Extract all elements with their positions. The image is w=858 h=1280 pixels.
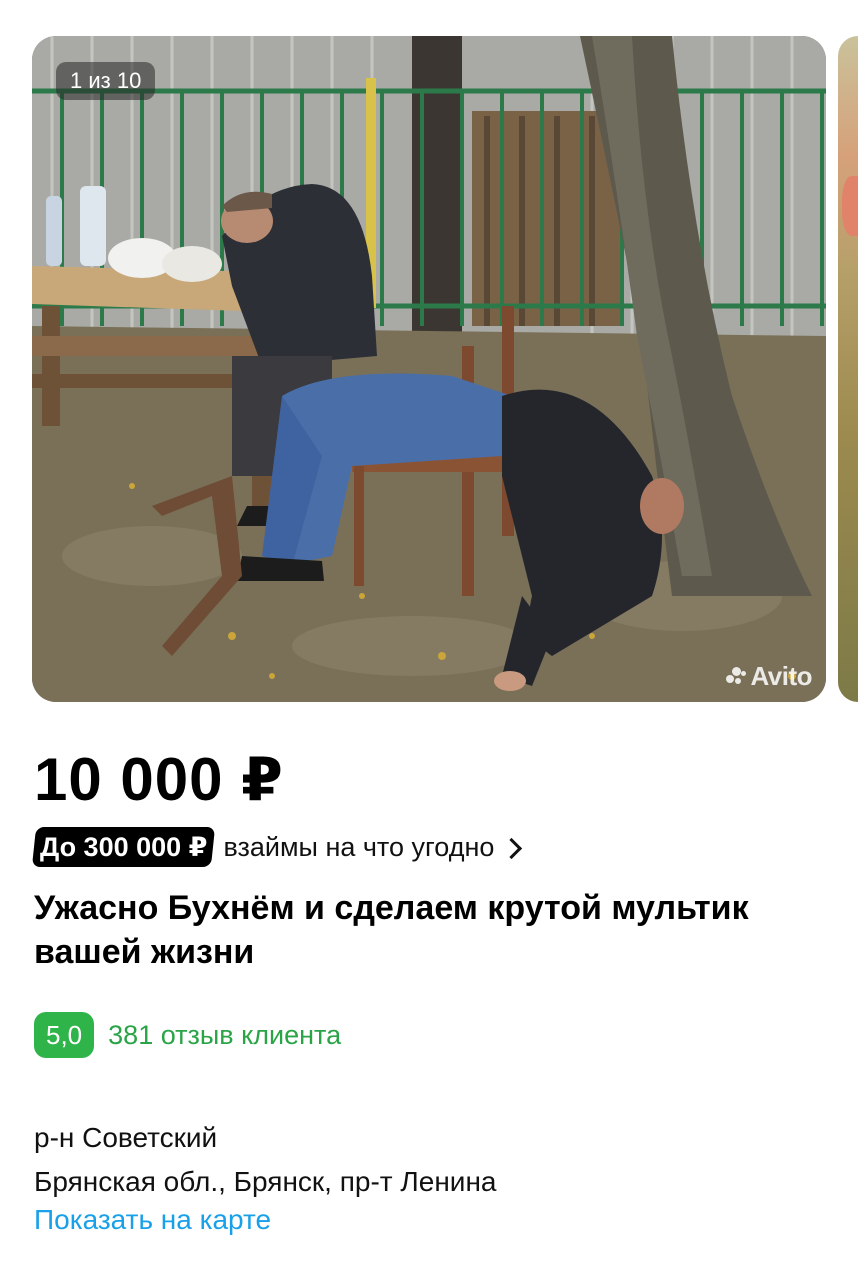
- rating-row[interactable]: 5,0 381 отзыв клиента: [34, 1012, 341, 1058]
- listing-photo[interactable]: 1 из 10 Avito: [32, 36, 826, 702]
- next-photo-preview[interactable]: [838, 36, 858, 702]
- listing-title: Ужасно Бухнём и сделаем крутой мультик в…: [34, 889, 749, 971]
- rating-badge: 5,0: [34, 1012, 95, 1058]
- photo-counter: 1 из 10: [56, 62, 156, 100]
- photo-scene: [32, 36, 826, 702]
- chevron-right-icon: [501, 837, 523, 859]
- photo-gallery[interactable]: 1 из 10 Avito: [0, 0, 858, 720]
- listing-price: 10 000 ₽: [34, 746, 284, 813]
- show-on-map-link[interactable]: Показать на карте: [34, 1200, 271, 1240]
- avito-watermark: Avito: [726, 661, 812, 692]
- district: р-н Советский: [34, 1122, 218, 1153]
- avito-logo-icon: [726, 666, 747, 687]
- watermark-text: Avito: [750, 661, 812, 691]
- loan-offer-link[interactable]: До 300 000 ₽ взаймы на что угодно: [31, 826, 523, 868]
- address-block: р-н Советский Брянская обл., Брянск, пр-…: [34, 1116, 496, 1204]
- loan-text: взаймы на что угодно: [223, 831, 495, 862]
- loan-badge: До 300 000 ₽: [31, 827, 216, 867]
- next-photo-detail: [842, 176, 858, 236]
- reviews-link[interactable]: 381 отзыв клиента: [108, 1020, 341, 1051]
- loan-badge-text: До 300 000 ₽: [40, 832, 208, 862]
- street-address: Брянская обл., Брянск, пр-т Ленина: [34, 1166, 497, 1197]
